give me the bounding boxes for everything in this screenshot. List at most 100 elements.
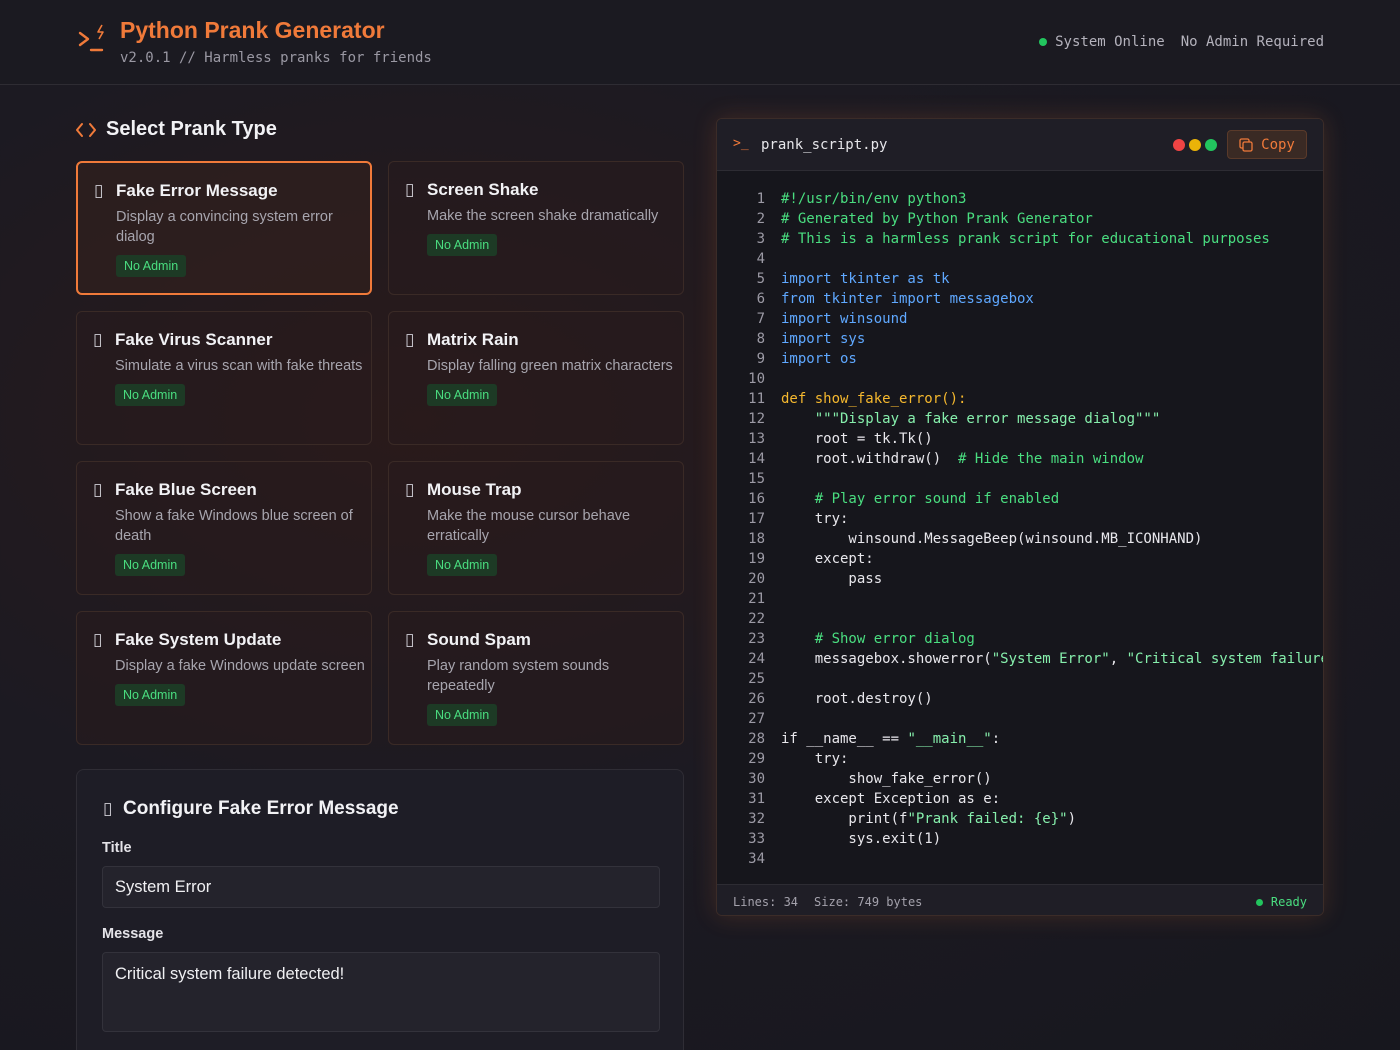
line-number: 26 — [748, 691, 765, 707]
status-bar: System Online No Admin Required — [1039, 34, 1324, 50]
line-number: 32 — [748, 811, 765, 827]
card-description: Display a fake Windows update screen — [115, 658, 365, 674]
prank-card-fake-virus-scanner[interactable]: ▯ Fake Virus Scanner Simulate a virus sca… — [76, 311, 372, 445]
line-count: Lines: 34 — [733, 895, 799, 909]
card-description: Simulate a virus scan with fake threats — [115, 358, 363, 374]
config-title: ▯ Configure Fake Error Message — [103, 798, 399, 819]
copy-icon — [1239, 137, 1253, 152]
line-number: 22 — [748, 611, 765, 627]
line-content: import winsound — [781, 311, 908, 327]
prank-card-screen-shake[interactable]: ▯ Screen Shake Make the screen shake dram… — [388, 161, 684, 295]
line-content: #!/usr/bin/env python3 — [781, 191, 967, 207]
line-content: root.withdraw() # Hide the main window — [781, 451, 1144, 467]
prank-card-fake-error[interactable]: ▯ Fake Error Message Display a convincing… — [76, 161, 372, 295]
no-admin-badge: No Admin — [427, 384, 498, 406]
file-size: Size: 749 bytes — [814, 895, 923, 909]
card-title: Mouse Trap — [427, 480, 522, 499]
prank-card-fake-blue-screen[interactable]: ▯ Fake Blue Screen Show a fake Windows bl… — [76, 461, 372, 595]
code-panel-header: >_ prank_script.py Copy — [717, 119, 1323, 171]
line-content: # Show error dialog — [781, 631, 975, 647]
line-content: try: — [781, 751, 849, 767]
line-content: root = tk.Tk() — [781, 431, 933, 447]
terminal-bolt-icon — [78, 24, 104, 52]
code-footer: Lines: 34 Size: 749 bytes Ready — [717, 884, 1323, 915]
prank-card-mouse-trap[interactable]: ▯ Mouse Trap Make the mouse cursor behave… — [388, 461, 684, 595]
line-number: 8 — [756, 331, 765, 347]
line-content: root.destroy() — [781, 691, 933, 707]
card-title: Matrix Rain — [427, 330, 519, 349]
prank-card-matrix-rain[interactable]: ▯ Matrix Rain Display falling green matri… — [388, 311, 684, 445]
app-header: Python Prank Generator v2.0.1 // Harmles… — [0, 0, 1400, 85]
line-number: 30 — [748, 771, 765, 787]
line-number: 31 — [748, 791, 765, 807]
line-content: # Generated by Python Prank Generator — [781, 211, 1093, 227]
line-number: 5 — [756, 271, 765, 287]
red-dot-icon — [1173, 139, 1185, 151]
line-number: 34 — [748, 851, 765, 867]
window-dots — [1173, 139, 1217, 151]
copy-button[interactable]: Copy — [1227, 130, 1307, 159]
status-online: System Online — [1039, 34, 1165, 50]
section-title: Select Prank Type — [76, 118, 277, 141]
line-number: 9 — [756, 351, 765, 367]
line-content: if __name__ == "__main__": — [781, 731, 1001, 747]
app-subtitle: v2.0.1 // Harmless pranks for friends — [120, 50, 432, 66]
card-title: Fake Blue Screen — [115, 480, 257, 499]
square-icon: ▯ — [93, 330, 103, 349]
line-number: 12 — [748, 411, 765, 427]
line-content: # Play error sound if enabled — [781, 491, 1060, 507]
prank-card-fake-system-update[interactable]: ▯ Fake System Update Display a fake Windo… — [76, 611, 372, 745]
line-number: 7 — [756, 311, 765, 327]
no-admin-badge: No Admin — [115, 554, 186, 576]
line-number: 17 — [748, 511, 765, 527]
square-icon: ▯ — [93, 630, 103, 649]
line-content: show_fake_error() — [781, 771, 992, 787]
title-input[interactable] — [102, 866, 660, 908]
line-number: 14 — [748, 451, 765, 467]
line-number: 21 — [748, 591, 765, 607]
line-content: sys.exit(1) — [781, 831, 942, 847]
message-textarea[interactable]: Critical system failure detected! — [102, 952, 660, 1032]
line-content: from tkinter import messagebox — [781, 291, 1034, 307]
line-content: import tkinter as tk — [781, 271, 950, 287]
no-admin-badge: No Admin — [115, 384, 186, 406]
line-number: 4 — [756, 251, 765, 267]
line-content: # This is a harmless prank script for ed… — [781, 231, 1270, 247]
code-editor[interactable]: 1 #!/usr/bin/env python3 2 # Generated by P… — [717, 189, 1323, 879]
line-content: print(f"Prank failed: {e}") — [781, 811, 1077, 827]
line-number: 25 — [748, 671, 765, 687]
line-number: 1 — [756, 191, 765, 207]
card-title: Sound Spam — [427, 630, 531, 649]
square-icon: ▯ — [405, 330, 415, 349]
no-admin-badge: No Admin — [427, 704, 498, 726]
line-number: 13 — [748, 431, 765, 447]
line-number: 6 — [756, 291, 765, 307]
message-field-label: Message — [102, 926, 164, 942]
line-number: 18 — [748, 531, 765, 547]
line-number: 33 — [748, 831, 765, 847]
line-number: 29 — [748, 751, 765, 767]
no-admin-badge: No Admin — [116, 255, 187, 277]
line-content: except: — [781, 551, 874, 567]
no-admin-badge: No Admin — [427, 554, 498, 576]
line-number: 19 — [748, 551, 765, 567]
line-content: import os — [781, 351, 857, 367]
square-icon: ▯ — [405, 630, 415, 649]
status-admin: No Admin Required — [1180, 34, 1324, 50]
line-number: 27 — [748, 711, 765, 727]
card-description: Display a convincing system error dialog — [116, 209, 333, 245]
card-title: Fake Error Message — [116, 181, 278, 200]
app-title: Python Prank Generator — [120, 17, 385, 43]
card-description: Make the screen shake dramatically — [427, 208, 659, 224]
line-number: 20 — [748, 571, 765, 587]
line-content: """Display a fake error message dialog""… — [781, 411, 1161, 427]
card-title: Fake System Update — [115, 630, 282, 649]
square-icon: ▯ — [93, 480, 103, 499]
ready-dot-icon — [1255, 898, 1263, 906]
prank-card-sound-spam[interactable]: ▯ Sound Spam Play random system sounds re… — [388, 611, 684, 745]
card-title: Screen Shake — [427, 180, 539, 199]
green-dot-icon — [1205, 139, 1217, 151]
line-number: 23 — [748, 631, 765, 647]
square-icon: ▯ — [405, 180, 415, 199]
square-icon: ▯ — [94, 181, 104, 200]
